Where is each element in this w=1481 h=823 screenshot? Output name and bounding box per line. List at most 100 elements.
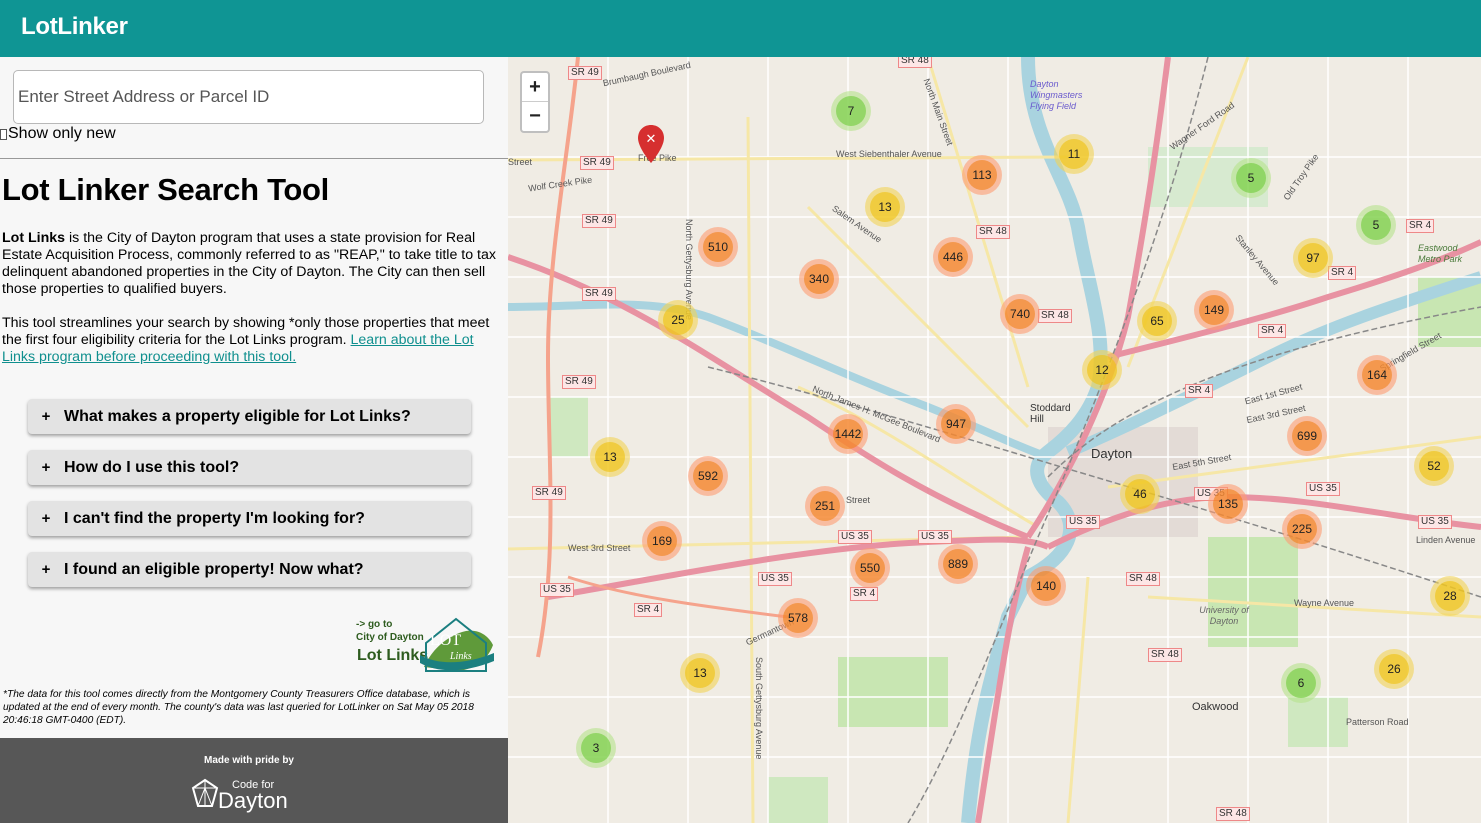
road-shield: US 35 (1418, 515, 1452, 529)
lot-links-house-icon: LOT Links (420, 617, 494, 672)
lot-badge-text: LOT (430, 632, 461, 649)
faq-cant-find[interactable]: + I can't find the property I'm looking … (28, 501, 471, 536)
cluster-count: 550 (855, 553, 885, 583)
zoom-control: + − (520, 71, 550, 133)
park-label: Eastwood Metro Park (1418, 243, 1463, 264)
road-shield: SR 48 (1216, 807, 1250, 821)
airfield-label: Dayton Wingmasters Flying Field (1030, 79, 1083, 111)
intro-section: Lot Linker Search Tool Lot Links is the … (2, 170, 502, 366)
zoom-out-button[interactable]: − (522, 102, 548, 131)
property-cluster[interactable]: 446 (933, 237, 973, 277)
city-label-stoddard: Stoddard Hill (1030, 403, 1071, 425)
faq-how-to-use[interactable]: + How do I use this tool? (28, 450, 471, 485)
property-cluster[interactable]: 140 (1026, 566, 1066, 606)
property-cluster[interactable]: 5 (1231, 158, 1271, 198)
road-shield: SR 4 (1258, 324, 1287, 338)
property-cluster[interactable]: 169 (642, 521, 682, 561)
property-cluster[interactable]: 7 (831, 91, 871, 131)
property-cluster[interactable]: 3 (576, 728, 616, 768)
property-cluster[interactable]: 225 (1282, 509, 1322, 549)
cluster-count: 52 (1419, 451, 1449, 481)
street-label: Street (846, 495, 871, 505)
cluster-count: 340 (804, 264, 834, 294)
cluster-count: 1442 (833, 419, 863, 449)
property-cluster[interactable]: 12 (1082, 350, 1122, 390)
property-cluster[interactable]: 510 (698, 227, 738, 267)
intro-lead-bold: Lot Links (2, 230, 66, 246)
road-shield: SR 49 (532, 486, 566, 500)
property-cluster[interactable]: 149 (1194, 290, 1234, 330)
faq-eligibility[interactable]: + What makes a property eligible for Lot… (28, 399, 471, 434)
property-cluster[interactable]: 13 (590, 437, 630, 477)
road-shield: SR 48 (1038, 309, 1072, 323)
location-marker-icon[interactable]: ✕ (637, 124, 665, 164)
property-cluster[interactable]: 52 (1414, 446, 1454, 486)
cluster-count: 11 (1059, 139, 1089, 169)
road-shield: SR 48 (898, 57, 932, 68)
property-cluster[interactable]: 699 (1287, 416, 1327, 456)
road-shield: US 35 (838, 530, 872, 544)
property-cluster[interactable]: 6 (1281, 663, 1321, 703)
road-shield: SR 4 (634, 603, 663, 617)
property-cluster[interactable]: 947 (936, 404, 976, 444)
property-cluster[interactable]: 251 (805, 486, 845, 526)
gem-icon (191, 778, 219, 807)
faq-label: I found an eligible property! Now what? (64, 560, 364, 578)
road-shield: SR 49 (582, 214, 616, 228)
road-shield: SR 49 (582, 287, 616, 301)
faq-found-property[interactable]: + I found an eligible property! Now what… (28, 552, 471, 587)
intro-paragraph: Lot Links is the City of Dayton program … (2, 230, 502, 298)
map[interactable]: SR 49 SR 49 SR 49 SR 49 SR 49 SR 49 SR 4… (508, 57, 1481, 823)
sidebar: Show only new Lot Linker Search Tool Lot… (0, 57, 508, 823)
zoom-in-button[interactable]: + (522, 73, 548, 102)
city-label-dayton: Dayton (1091, 446, 1133, 461)
cluster-count: 740 (1005, 299, 1035, 329)
goto-line-2: City of Dayton (356, 632, 424, 643)
property-cluster[interactable]: 26 (1374, 649, 1414, 689)
property-cluster[interactable]: 25 (658, 300, 698, 340)
brand-logo[interactable]: LotLinker (21, 13, 128, 41)
show-new-toggle[interactable]: Show only new (0, 125, 116, 143)
cluster-count: 149 (1199, 295, 1229, 325)
property-cluster[interactable]: 164 (1357, 355, 1397, 395)
property-cluster[interactable]: 46 (1120, 474, 1160, 514)
property-cluster[interactable]: 550 (850, 548, 890, 588)
cluster-count: 889 (943, 549, 973, 579)
property-cluster[interactable]: 13 (865, 187, 905, 227)
cluster-count: 251 (810, 491, 840, 521)
university-label: University of Dayton (1199, 605, 1249, 626)
property-cluster[interactable]: 1442 (828, 414, 868, 454)
street-label: South Gettysburg Avenue (754, 657, 764, 760)
property-cluster[interactable]: 97 (1293, 238, 1333, 278)
cluster-count: 592 (693, 461, 723, 491)
sidebar-divider (0, 158, 508, 159)
road-shield: US 35 (540, 583, 574, 597)
property-cluster[interactable]: 740 (1000, 294, 1040, 334)
faq-label: How do I use this tool? (64, 458, 240, 476)
property-cluster[interactable]: 889 (938, 544, 978, 584)
cluster-count: 97 (1298, 243, 1328, 273)
property-cluster[interactable]: 5 (1356, 205, 1396, 245)
property-cluster[interactable]: 113 (962, 155, 1002, 195)
property-cluster[interactable]: 578 (778, 598, 818, 638)
code-for-dayton-logo[interactable]: Code for Dayton (190, 776, 300, 813)
expand-icon: + (41, 408, 51, 425)
property-cluster[interactable]: 340 (799, 259, 839, 299)
property-cluster[interactable]: 13 (680, 653, 720, 693)
search-input[interactable] (14, 71, 483, 123)
cluster-count: 13 (595, 442, 625, 472)
road-shield: US 35 (1066, 515, 1100, 529)
road-shield: US 35 (758, 572, 792, 586)
property-cluster[interactable]: 28 (1430, 576, 1470, 616)
road-shield: US 35 (918, 530, 952, 544)
property-cluster[interactable]: 11 (1054, 134, 1094, 174)
street-label: West Siebenthaler Avenue (836, 149, 942, 159)
lot-links-logo-link[interactable]: -> go to City of Dayton Lot Links LOT Li… (352, 615, 497, 673)
faq-label: I can't find the property I'm looking fo… (64, 509, 365, 527)
property-cluster[interactable]: 592 (688, 456, 728, 496)
cluster-count: 5 (1361, 210, 1391, 240)
show-new-checkbox[interactable] (0, 128, 7, 140)
cluster-count: 7 (836, 96, 866, 126)
property-cluster[interactable]: 65 (1137, 301, 1177, 341)
property-cluster[interactable]: 135 (1208, 484, 1248, 524)
